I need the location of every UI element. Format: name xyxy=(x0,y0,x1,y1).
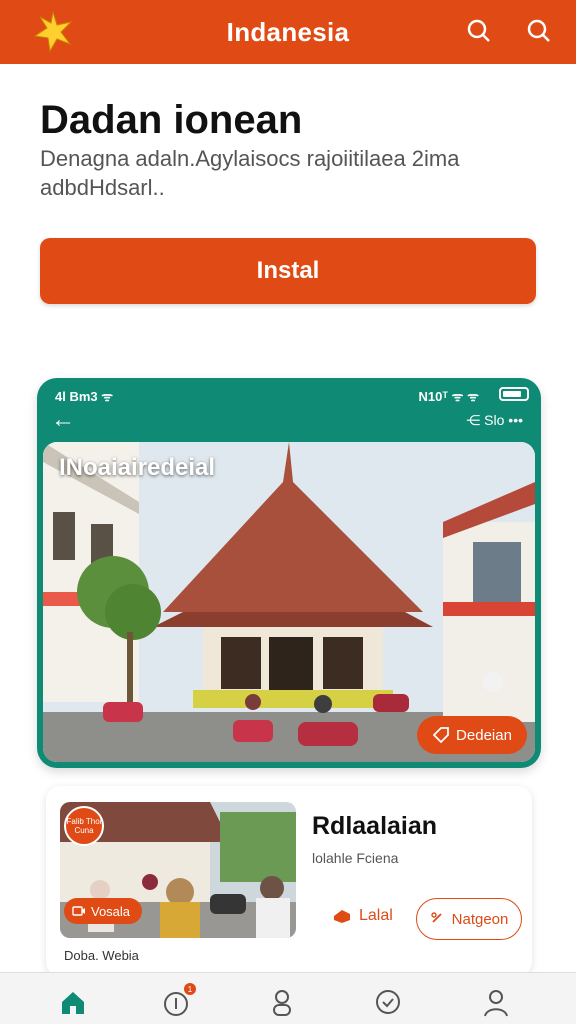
battery-icon xyxy=(499,387,529,401)
feature-card[interactable]: Falib Thoi Cuna Vosala Doba. Webia Rdlaa… xyxy=(46,786,532,976)
message-icon[interactable] xyxy=(372,987,404,1019)
star-logo-icon[interactable] xyxy=(30,8,76,54)
like-label: Lalal xyxy=(359,907,393,924)
video-label: Vosala xyxy=(91,903,131,919)
search-icon[interactable] xyxy=(462,14,496,48)
user-group-icon[interactable] xyxy=(266,987,298,1019)
network-label: Natgeon xyxy=(451,910,509,928)
notification-badge: 1 xyxy=(184,983,196,995)
thumbnail-caption: Doba. Webia xyxy=(64,948,139,963)
hand-icon xyxy=(334,910,350,923)
hero-description: Denagna adaln.Agylaisocs rajoiitilaea 2i… xyxy=(40,146,460,200)
card-thumbnail: Falib Thoi Cuna Vosala xyxy=(60,802,296,938)
card-subtitle: lolahle Fciena xyxy=(312,850,399,866)
search-icon-secondary[interactable] xyxy=(522,14,556,48)
video-pill[interactable]: Vosala xyxy=(64,898,143,924)
hero-title: Dadan ionean xyxy=(40,98,303,142)
back-arrow-icon[interactable]: ← xyxy=(51,408,77,434)
network-button[interactable]: Natgeon xyxy=(416,898,522,940)
preview-app-bar: ← ⋲ Slo ••• xyxy=(37,408,541,442)
link-icon xyxy=(430,912,442,923)
bottom-navigation: 1 xyxy=(0,972,576,1024)
install-button[interactable]: Instal xyxy=(40,238,536,304)
card-title: Rdlaalaian xyxy=(312,812,438,840)
top-app-bar: Indanesia xyxy=(0,0,576,64)
app-title: Indanesia xyxy=(226,16,350,47)
video-icon xyxy=(72,906,85,916)
status-bar: 4l Bm3 ᯤ N10ᵀ ᯤ ᯤ xyxy=(37,378,541,408)
photo-caption: INoaiairedeial xyxy=(59,454,216,481)
like-button[interactable]: Lalal xyxy=(332,906,393,926)
card-tag-badge: Falib Thoi Cuna xyxy=(64,806,104,846)
detail-label: Dedeian xyxy=(456,726,512,744)
preview-app-actions[interactable]: ⋲ Slo ••• xyxy=(466,412,523,429)
building-photo: INoaiairedeial Dedeian xyxy=(43,442,535,762)
detail-button[interactable]: Dedeian xyxy=(417,716,527,754)
street-scene-image xyxy=(43,442,535,762)
tag-icon xyxy=(432,727,449,744)
notification-icon[interactable]: 1 xyxy=(160,983,196,1019)
status-left: 4l Bm3 ᯤ xyxy=(55,389,114,404)
profile-icon[interactable] xyxy=(480,987,512,1019)
status-right: N10ᵀ ᯤ ᯤ xyxy=(418,389,479,404)
home-icon[interactable] xyxy=(57,987,89,1019)
phone-preview: 4l Bm3 ᯤ N10ᵀ ᯤ ᯤ ← ⋲ Slo ••• INoaiaired… xyxy=(37,378,541,768)
